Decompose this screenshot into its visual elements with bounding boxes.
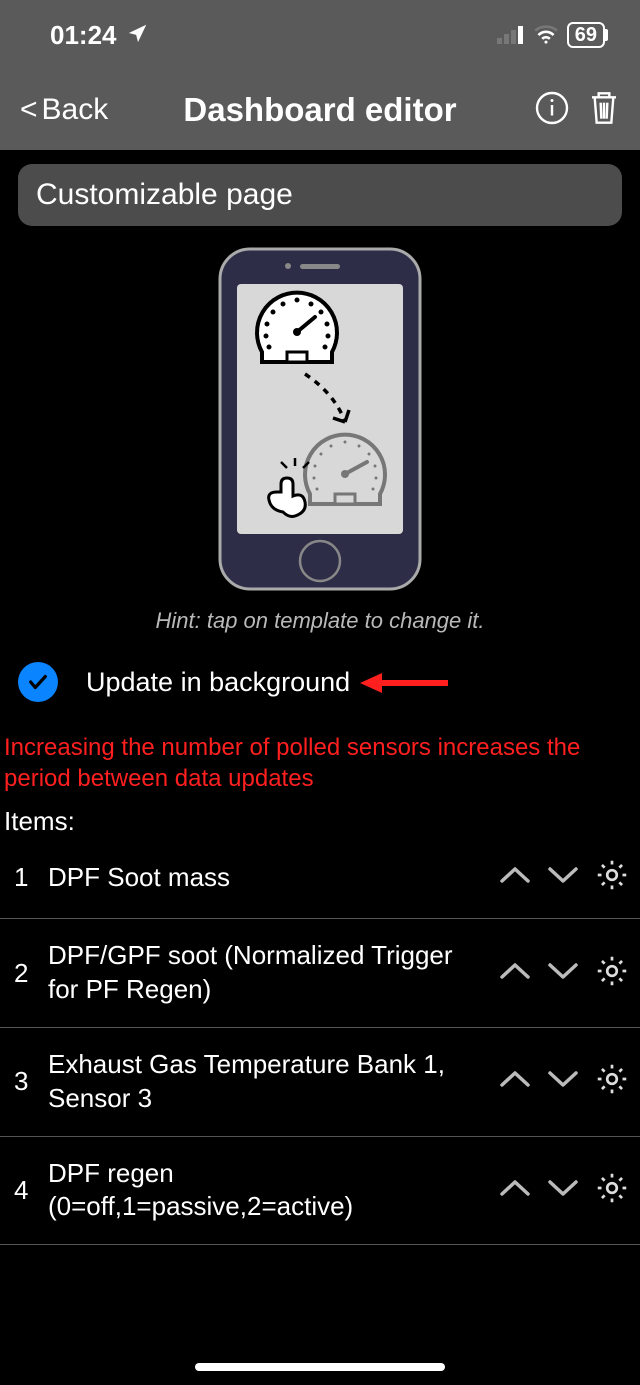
list-item: 4 DPF regen (0=off,1=passive,2=active) [0,1137,640,1246]
chevron-left-icon: < [20,93,38,127]
home-indicator[interactable] [195,1363,445,1371]
item-index: 4 [14,1175,38,1206]
item-label: DPF regen (0=off,1=passive,2=active) [48,1157,488,1225]
status-time: 01:24 [50,20,117,51]
move-up-button[interactable] [498,862,532,893]
list-item: 2 DPF/GPF soot (Normalized Trigger for PF… [0,919,640,1028]
info-button[interactable] [534,90,570,131]
cellular-icon [497,20,525,51]
wifi-icon [533,20,559,51]
status-bar: 01:24 69 [0,0,640,70]
update-background-row[interactable]: Update in background [0,634,640,712]
warning-text: Increasing the number of polled sensors … [0,712,640,800]
move-up-button[interactable] [498,1175,532,1206]
template-illustration[interactable] [0,244,640,594]
move-down-button[interactable] [546,958,580,989]
item-label: DPF/GPF soot (Normalized Trigger for PF … [48,939,488,1007]
checkbox-checked-icon[interactable] [18,662,58,702]
nav-bar: < Back Dashboard editor [0,70,640,150]
item-index: 2 [14,958,38,989]
back-button[interactable]: < Back [20,93,108,127]
battery-indicator: 69 [567,22,605,48]
list-item: 3 Exhaust Gas Temperature Bank 1, Sensor … [0,1028,640,1137]
item-index: 3 [14,1066,38,1097]
item-settings-button[interactable] [594,1170,630,1211]
item-label: DPF Soot mass [48,861,488,895]
item-index: 1 [14,862,38,893]
move-up-button[interactable] [498,1066,532,1097]
item-settings-button[interactable] [594,1061,630,1102]
items-heading: Items: [0,800,640,843]
move-up-button[interactable] [498,958,532,989]
move-down-button[interactable] [546,1175,580,1206]
location-icon [127,20,149,51]
hint-text: Hint: tap on template to change it. [0,608,640,634]
section-header: Customizable page [18,164,622,226]
update-background-label: Update in background [86,667,350,698]
item-label: Exhaust Gas Temperature Bank 1, Sensor 3 [48,1048,488,1116]
back-label: Back [42,93,109,127]
annotation-arrow-icon [360,668,450,705]
item-settings-button[interactable] [594,857,630,898]
list-item: 1 DPF Soot mass [0,843,640,919]
move-down-button[interactable] [546,1066,580,1097]
move-down-button[interactable] [546,862,580,893]
item-settings-button[interactable] [594,953,630,994]
delete-button[interactable] [588,89,620,132]
